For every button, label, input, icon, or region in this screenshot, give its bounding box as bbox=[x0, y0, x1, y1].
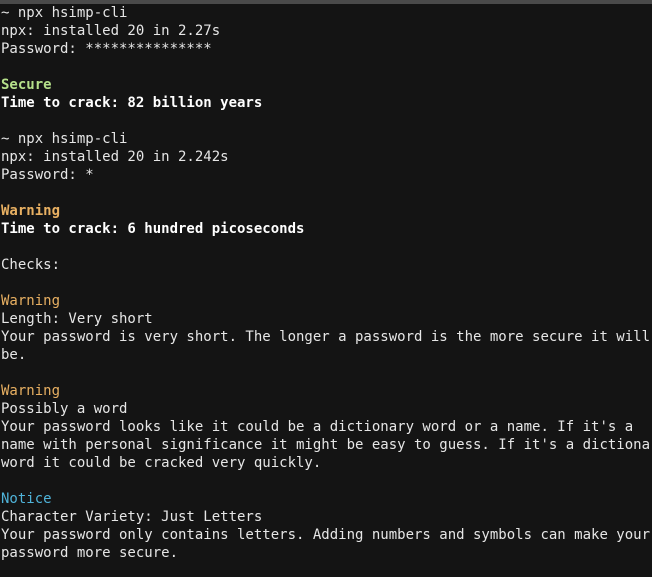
check-description: Your password is very short. The longer … bbox=[1, 329, 651, 345]
install-status: npx: installed 20 in 2.27s bbox=[1, 23, 221, 39]
time-to-crack: Time to crack: 6 hundred picoseconds bbox=[1, 221, 305, 237]
terminal-window[interactable]: ~ npx hsimp-cli npx: installed 20 in 2.2… bbox=[0, 0, 652, 577]
check-level: Warning bbox=[1, 293, 61, 309]
check-title: Possibly a word bbox=[1, 401, 128, 417]
checks-header: Checks: bbox=[1, 257, 61, 273]
check-item: Notice Character Variety: Just Letters Y… bbox=[1, 490, 652, 562]
check-description: name with personal significance it might… bbox=[1, 437, 652, 453]
check-title: Length: Very short bbox=[1, 311, 153, 327]
check-item: Warning Possibly a word Your password lo… bbox=[1, 382, 652, 472]
install-status: npx: installed 20 in 2.242s bbox=[1, 149, 229, 165]
check-level: Notice bbox=[1, 491, 52, 507]
check-description: be. bbox=[1, 347, 27, 363]
password-input: Password: * bbox=[1, 167, 94, 183]
command-prompt: ~ npx hsimp-cli bbox=[1, 5, 128, 21]
check-description: Your password only contains letters. Add… bbox=[1, 527, 651, 543]
check-item: Warning Length: Very short Your password… bbox=[1, 292, 652, 364]
check-level: Warning bbox=[1, 383, 61, 399]
check-description: Your password looks like it could be a d… bbox=[1, 419, 634, 435]
check-description: password more secure. bbox=[1, 545, 179, 561]
password-input: Password: *************** bbox=[1, 41, 212, 57]
time-to-crack: Time to crack: 82 billion years bbox=[1, 95, 263, 111]
check-title: Character Variety: Just Letters bbox=[1, 509, 263, 525]
check-description: word it could be cracked very quickly. bbox=[1, 455, 322, 471]
command-prompt: ~ npx hsimp-cli bbox=[1, 131, 128, 147]
strength-status: Warning bbox=[1, 203, 61, 219]
strength-status: Secure bbox=[1, 77, 52, 93]
